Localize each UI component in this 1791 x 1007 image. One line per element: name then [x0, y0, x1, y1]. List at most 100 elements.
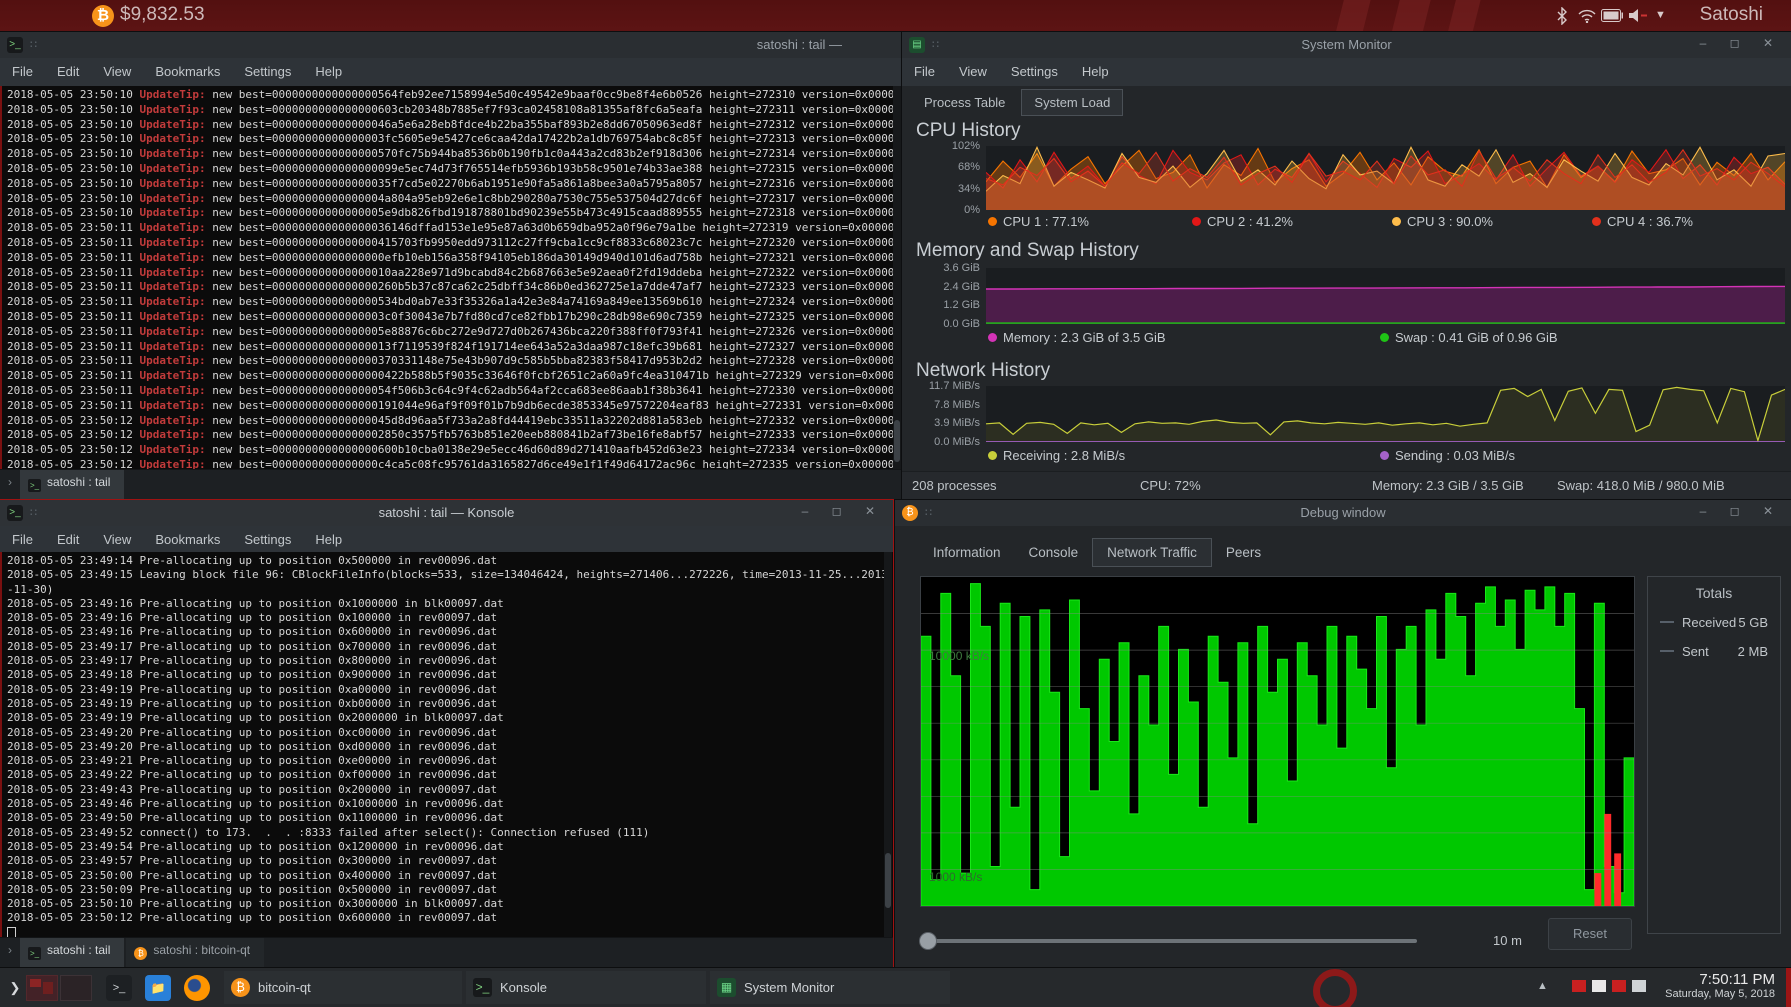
traffic-label-top: 10000 kB/s: [929, 649, 989, 663]
menu-item-settings[interactable]: Settings: [232, 526, 303, 547]
file-manager-icon[interactable]: 📁: [145, 975, 171, 1001]
legend-dot: [1192, 217, 1201, 226]
log-line: 2018-05-05 23:50:11 UpdateTip: new best=…: [7, 295, 902, 310]
pager-thumb: [43, 982, 53, 994]
konsole2-title: satoshi : tail — Konsole: [0, 505, 893, 520]
debug-titlebar[interactable]: ₿ ∷ Debug window – ◻ ✕: [895, 500, 1791, 526]
axis-tick: 2.4 GiB: [910, 281, 980, 293]
axis-tick: 3.6 GiB: [910, 262, 980, 274]
digital-clock[interactable]: 7:50:11 PM Saturday, May 5, 2018: [1665, 971, 1775, 1000]
traffic-range-slider-handle[interactable]: [919, 932, 937, 950]
user-menu[interactable]: Satoshi: [1700, 4, 1763, 26]
pager-desktop-1[interactable]: [26, 975, 58, 1001]
debug-window-buttons[interactable]: – ◻ ✕: [1700, 504, 1783, 518]
traffic-range-slider[interactable]: [927, 939, 1417, 943]
wallpaper-circle: [1313, 969, 1357, 1007]
axis-tick: 68%: [910, 161, 980, 173]
tray-display-icon[interactable]: [1612, 980, 1626, 992]
term1-titlebar[interactable]: >_ ∷ satoshi : tail —: [0, 32, 902, 58]
konsole2-titlebar[interactable]: >_ ∷ satoshi : tail — Konsole – ◻ ✕: [0, 500, 893, 526]
menu-item-bookmarks[interactable]: Bookmarks: [143, 58, 232, 79]
menu-item-help[interactable]: Help: [1070, 58, 1121, 79]
menu-item-file[interactable]: File: [902, 58, 947, 79]
axis-tick: 0.0 MiB/s: [910, 436, 980, 448]
pager-thumb: [30, 979, 41, 987]
debug-tab-information[interactable]: Information: [919, 539, 1015, 566]
systray-expander-icon[interactable]: ▲: [1537, 980, 1548, 992]
received-swatch: [1660, 621, 1674, 623]
debug-tab-console[interactable]: Console: [1015, 539, 1093, 566]
menu-item-edit[interactable]: Edit: [45, 58, 91, 79]
konsole2-terminal-output[interactable]: 2018-05-05 23:49:14 Pre-allocating up to…: [0, 552, 893, 940]
menu-item-settings[interactable]: Settings: [232, 58, 303, 79]
sent-value: 2 MB: [1738, 644, 1768, 659]
konsole2-scrollbar-handle[interactable]: [885, 853, 891, 908]
cpu-history-graph: [986, 146, 1785, 210]
log-line: 2018-05-05 23:50:12 UpdateTip: new best=…: [7, 428, 902, 443]
network-traffic-graph: 10000 kB/s 1000 kB/s: [920, 576, 1635, 907]
wallpaper-shape: [1335, 0, 1371, 32]
konsole2-scrollbar[interactable]: [884, 552, 892, 938]
log-line: 2018-05-05 23:49:18 Pre-allocating up to…: [7, 668, 893, 682]
battery-icon[interactable]: [1601, 9, 1623, 27]
debug-tabs: InformationConsoleNetwork TrafficPeers: [919, 538, 1275, 567]
legend-item: CPU 2 : 41.2%: [1192, 214, 1293, 229]
sysmon-tab-system-load[interactable]: System Load: [1021, 89, 1123, 116]
task-button-bitcoin-qt[interactable]: ₿bitcoin-qt: [224, 971, 462, 1004]
taskbar: ❯ >_ 📁 ₿bitcoin-qt>_Konsole▦System Monit…: [0, 967, 1791, 1007]
reset-button[interactable]: Reset: [1548, 918, 1632, 950]
caret-down-icon[interactable]: ▼: [1655, 9, 1666, 21]
log-line: 2018-05-05 23:49:19 Pre-allocating up to…: [7, 711, 893, 725]
log-line: 2018-05-05 23:50:00 Pre-allocating up to…: [7, 869, 893, 883]
term1-scrollbar-handle[interactable]: [894, 420, 900, 462]
menu-item-file[interactable]: File: [0, 58, 45, 79]
tray-display-icon[interactable]: [1632, 980, 1646, 992]
status-item: Swap: 418.0 MiB / 980.0 MiB: [1557, 478, 1725, 493]
pager-desktop-2[interactable]: [60, 975, 92, 1001]
totals-received-row: Received 5 GB: [1660, 615, 1768, 630]
sysmon-titlebar[interactable]: ▤ ∷ System Monitor – ◻ ✕: [902, 32, 1791, 58]
tray-display-icon[interactable]: [1592, 980, 1606, 992]
menu-item-settings[interactable]: Settings: [999, 58, 1070, 79]
menu-item-file[interactable]: File: [0, 526, 45, 547]
menu-item-bookmarks[interactable]: Bookmarks: [143, 526, 232, 547]
debug-tab-network-traffic[interactable]: Network Traffic: [1092, 538, 1212, 567]
debug-tab-peers[interactable]: Peers: [1212, 539, 1275, 566]
konsole-launcher-icon[interactable]: >_: [106, 975, 132, 1001]
menu-item-view[interactable]: View: [91, 526, 143, 547]
sysmon-window-buttons[interactable]: – ◻ ✕: [1700, 36, 1783, 50]
volume-muted-icon[interactable]: [1628, 8, 1648, 28]
term1-title: satoshi : tail —: [757, 37, 842, 52]
log-line: 2018-05-05 23:49:16 Pre-allocating up to…: [7, 597, 893, 611]
tray-display-icon[interactable]: [1572, 980, 1586, 992]
menu-item-help[interactable]: Help: [303, 526, 354, 547]
legend-dot: [1380, 333, 1389, 342]
sysmon-statusbar: 208 processesCPU: 72%Memory: 2.3 GiB / 3…: [902, 471, 1791, 500]
task-button-konsole[interactable]: >_Konsole: [466, 971, 706, 1004]
menu-item-edit[interactable]: Edit: [45, 526, 91, 547]
term1-terminal-output[interactable]: 2018-05-05 23:50:10 UpdateTip: new best=…: [0, 86, 902, 472]
debug-title: Debug window: [895, 505, 1791, 520]
bluetooth-icon[interactable]: [1556, 7, 1568, 30]
traffic-range-label: 10 m: [1493, 933, 1522, 948]
menu-item-view[interactable]: View: [91, 58, 143, 79]
log-line: 2018-05-05 23:50:12 UpdateTip: new best=…: [7, 414, 902, 429]
status-item: CPU: 72%: [1140, 478, 1201, 493]
sysmon-tab-process-table[interactable]: Process Table: [912, 90, 1017, 115]
term1-scrollbar[interactable]: [893, 86, 901, 470]
menu-item-view[interactable]: View: [947, 58, 999, 79]
firefox-icon[interactable]: [184, 975, 210, 1001]
axis-tick: 7.8 MiB/s: [910, 399, 980, 411]
legend-item: CPU 1 : 77.1%: [988, 214, 1089, 229]
menu-item-help[interactable]: Help: [303, 58, 354, 79]
axis-tick: 11.7 MiB/s: [910, 380, 980, 392]
konsole2-window-buttons[interactable]: – ◻ ✕: [802, 504, 885, 518]
window-konsole-tail-top: >_ ∷ satoshi : tail — FileEditViewBookma…: [0, 32, 902, 500]
log-line: 2018-05-05 23:49:50 Pre-allocating up to…: [7, 811, 893, 825]
wifi-icon[interactable]: [1578, 9, 1596, 28]
task-button-system-monitor[interactable]: ▦System Monitor: [710, 971, 950, 1004]
panel-expand-icon[interactable]: ❯: [2, 975, 28, 1001]
legend-item: Receiving : 2.8 MiB/s: [988, 448, 1125, 463]
log-line: 2018-05-05 23:50:11 UpdateTip: new best=…: [7, 310, 902, 325]
log-line: 2018-05-05 23:49:52 connect() to 173. . …: [7, 826, 893, 840]
